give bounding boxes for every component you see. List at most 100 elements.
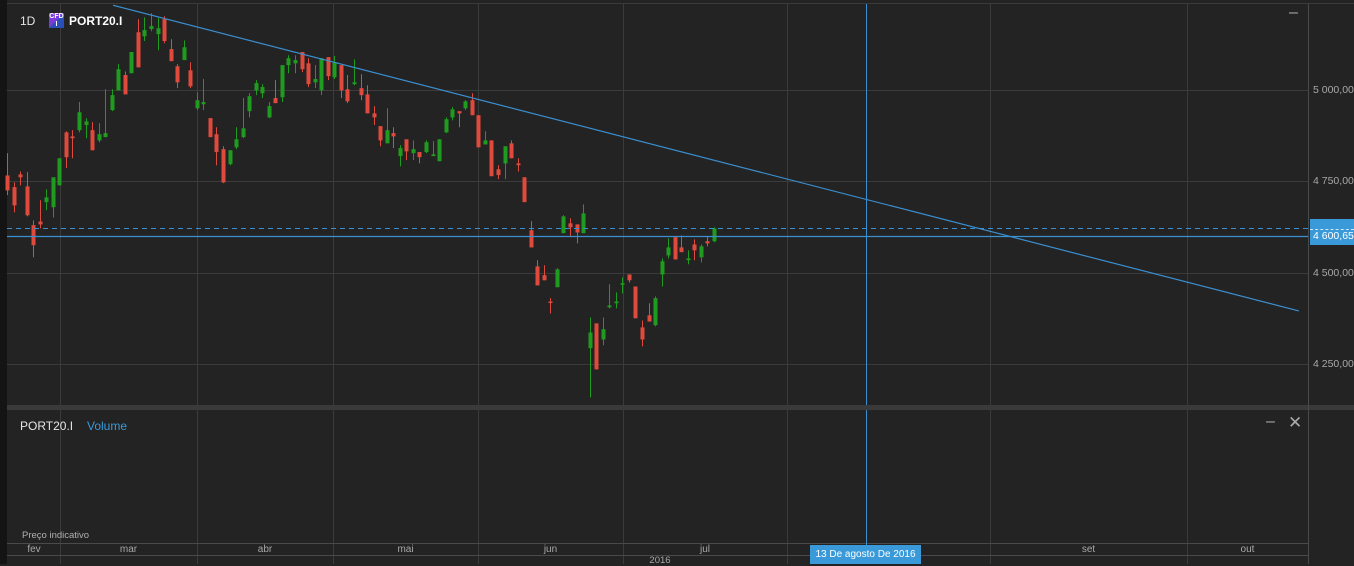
candle-body — [385, 130, 390, 144]
candle-body — [44, 197, 49, 203]
candle-body — [581, 213, 586, 234]
candle-body — [84, 121, 89, 126]
month-label: mai — [397, 544, 414, 555]
candle-body — [692, 244, 697, 251]
candle-body — [5, 175, 10, 191]
candle-body — [90, 130, 95, 151]
indicative-price-note: Preço indicativo — [22, 530, 90, 541]
candle-body — [293, 60, 298, 64]
candle-body — [483, 140, 488, 145]
candle-body — [57, 158, 62, 186]
candle-body — [241, 128, 246, 138]
price-tick: 4 250,00 — [1313, 358, 1354, 370]
candle-body — [51, 177, 56, 208]
candle-body — [476, 115, 481, 148]
candle-body — [489, 140, 494, 177]
candle-body — [365, 94, 370, 114]
candle-body — [182, 47, 187, 61]
candle-body — [503, 146, 508, 164]
candle-body — [542, 275, 547, 281]
minimize-icon[interactable]: – — [1266, 413, 1275, 431]
candle-body — [280, 65, 285, 98]
volume-indicator-label[interactable]: Volume — [87, 419, 127, 433]
candle-body — [175, 66, 180, 83]
pane-separator — [7, 405, 1354, 410]
candle-body — [555, 269, 560, 288]
price-chart[interactable] — [0, 0, 1354, 564]
timeframe-label[interactable]: 1D — [20, 14, 35, 28]
candle-body — [627, 274, 632, 281]
candle-body — [260, 87, 265, 94]
candle-body — [516, 163, 521, 166]
candle-body — [313, 79, 318, 83]
candle-body — [25, 186, 30, 216]
candle-body — [129, 52, 134, 74]
candle-body — [588, 332, 593, 349]
candle-body — [286, 58, 291, 66]
candle-body — [535, 266, 540, 286]
symbol-label: PORT20.I — [69, 14, 123, 28]
close-icon[interactable]: ✕ — [1288, 413, 1302, 433]
candle-body — [561, 216, 566, 234]
current-price-value: 4 600,65 — [1313, 230, 1354, 242]
candle-body — [620, 283, 625, 285]
candle-body — [64, 132, 69, 158]
candle-body — [679, 247, 684, 253]
candle-body — [12, 187, 17, 206]
candle-body — [450, 109, 455, 118]
candle-body — [607, 305, 612, 308]
candle-body — [162, 19, 167, 42]
candle-body — [339, 65, 344, 91]
candle-body — [195, 100, 200, 109]
candle-body — [116, 69, 121, 91]
candle-body — [38, 221, 43, 225]
candle-body — [234, 139, 239, 148]
candle-body — [306, 63, 311, 85]
candle-body — [437, 139, 442, 162]
candle-body — [712, 228, 717, 242]
candle-body — [136, 32, 141, 68]
candle-body — [633, 286, 638, 319]
candle-body — [254, 83, 259, 91]
candle-body — [208, 118, 213, 138]
candle-body — [123, 75, 128, 95]
minimize-icon[interactable]: – — [1289, 4, 1298, 22]
candle-body — [529, 230, 534, 248]
candle-body — [345, 89, 350, 102]
candle-body — [110, 95, 115, 111]
month-label: set — [1081, 544, 1096, 555]
candle-body — [417, 152, 422, 158]
month-label: mar — [119, 544, 138, 555]
candle-body — [319, 58, 324, 91]
candle-body — [470, 100, 475, 116]
candle-body — [568, 223, 573, 228]
candle-body — [156, 28, 161, 35]
candle-body — [673, 237, 678, 260]
crosshair-date-label: 13 De agosto De 2016 — [810, 545, 921, 564]
price-tick: 4 500,00 — [1313, 267, 1354, 279]
month-label: jul — [699, 544, 710, 555]
candle-body — [391, 133, 396, 137]
candle-body — [705, 241, 710, 244]
candle-body — [169, 49, 174, 62]
candle-body — [699, 246, 704, 258]
year-label: 2016 — [649, 555, 671, 566]
price-tick: 4 750,00 — [1313, 175, 1354, 187]
candle-body — [221, 149, 226, 183]
candle-body — [247, 96, 252, 112]
candle-body — [444, 119, 449, 133]
candle-body — [660, 261, 665, 275]
candle-body — [424, 142, 429, 153]
candle-body — [640, 327, 645, 340]
candle-body — [653, 298, 658, 326]
month-label: jun — [543, 544, 558, 555]
volume-pane-symbol: PORT20.I — [20, 419, 74, 433]
candle-body — [457, 111, 462, 114]
candle-body — [509, 143, 514, 159]
candle-body — [18, 174, 23, 178]
candle-body — [614, 301, 619, 304]
current-price-label: 4 600,65 — [1310, 219, 1354, 245]
candle-body — [411, 149, 416, 154]
candle-body — [463, 101, 468, 109]
month-label: fev — [27, 544, 41, 555]
